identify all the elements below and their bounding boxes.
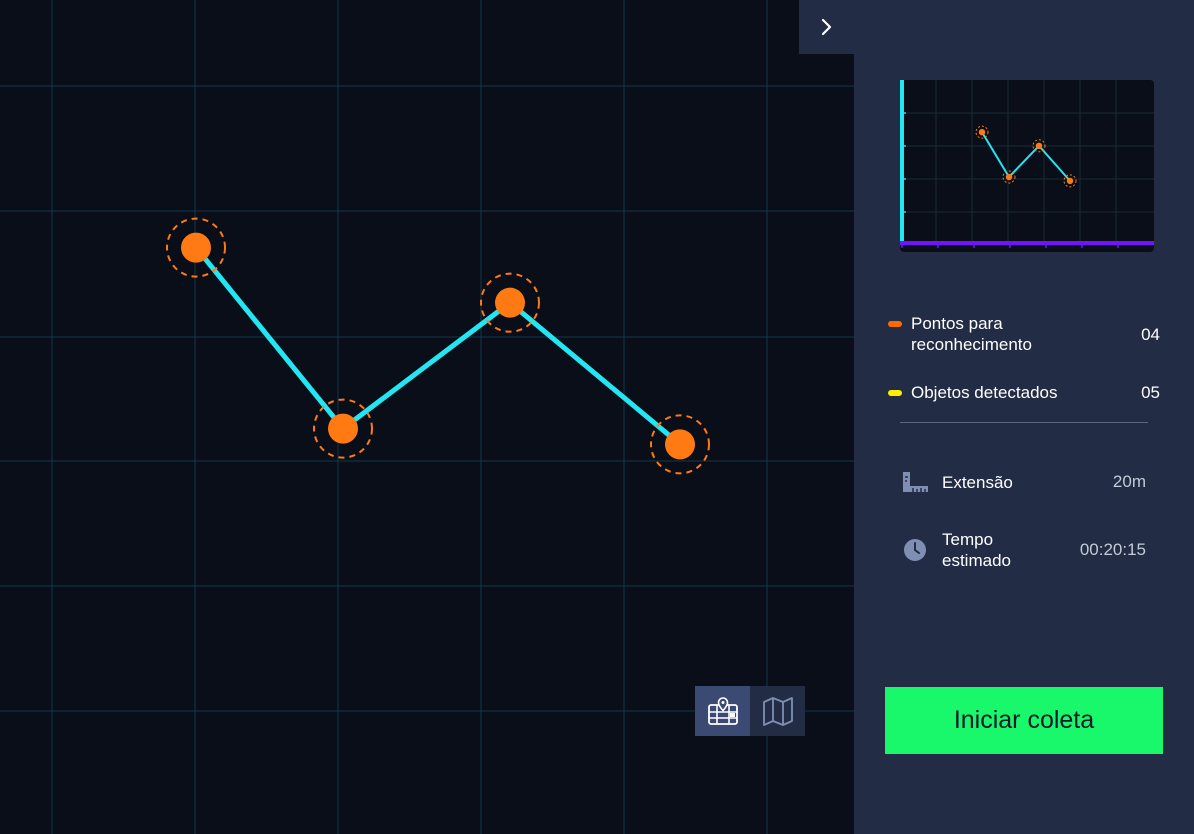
waypoint-marker: [495, 287, 525, 318]
stat-label: Extensão: [942, 472, 1013, 492]
grid-view-button[interactable]: [695, 686, 750, 736]
legend-label: Objetos detectados: [911, 383, 1058, 402]
start-collection-button[interactable]: Iniciar coleta: [885, 687, 1163, 754]
mini-waypoint-marker: [978, 128, 986, 136]
mini-waypoint-marker: [1005, 173, 1013, 181]
collapse-panel-button[interactable]: [799, 0, 854, 54]
stat-value: 20m: [1112, 472, 1146, 491]
route-line: [193, 245, 683, 447]
legend-recon-points: Pontos para reconhecimento 04: [888, 313, 1160, 355]
stat-label: Tempo estimado: [942, 530, 1011, 570]
legend-dot-orange: [888, 321, 902, 327]
mini-route-chart: [900, 80, 1154, 252]
clock-icon: [900, 538, 930, 562]
stat-value: 00:20:15: [1079, 540, 1146, 559]
grid-map-icon: [707, 697, 738, 725]
mini-waypoint-marker: [1035, 142, 1043, 149]
map-icon: [762, 697, 793, 726]
view-toggle: [695, 686, 805, 736]
legend-value: 04: [1141, 325, 1160, 344]
stat-extent: Extensão 20m: [900, 470, 1146, 494]
waypoint-marker: [665, 429, 695, 460]
legend-detected-objects: Objetos detectados 05: [888, 382, 1160, 403]
stat-time: Tempo estimado 00:20:15: [900, 529, 1146, 571]
waypoint-marker: [181, 232, 211, 263]
side-panel: Pontos para reconhecimento 04 Objetos de…: [854, 0, 1194, 834]
ruler-icon: [900, 470, 930, 494]
divider: [900, 422, 1148, 423]
map-view-button[interactable]: [750, 686, 805, 736]
mini-waypoint-marker: [1066, 177, 1074, 185]
legend-label: Pontos para reconhecimento: [911, 314, 1032, 354]
legend-dot-yellow: [888, 390, 902, 396]
chevron-right-icon: [821, 18, 831, 36]
app-root: Pontos para reconhecimento 04 Objetos de…: [0, 0, 1194, 834]
legend-value: 05: [1141, 383, 1160, 402]
waypoint-marker: [328, 413, 358, 444]
